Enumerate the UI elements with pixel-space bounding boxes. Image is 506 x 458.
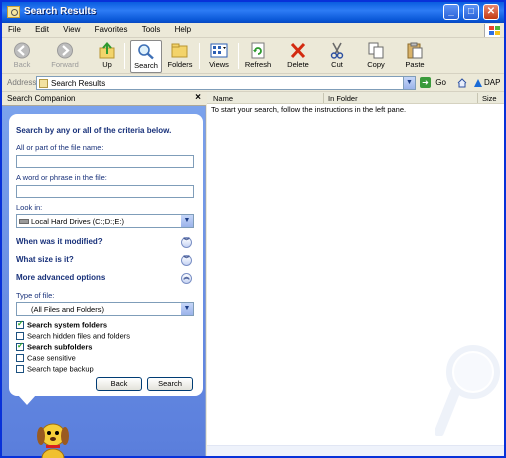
filename-input[interactable]: [16, 155, 194, 168]
go-button[interactable]: ➜ Go: [420, 77, 446, 88]
subfolders-checkbox[interactable]: Search subfolders: [16, 341, 92, 352]
search-results-icon: [39, 79, 48, 88]
menu-favorites[interactable]: Favorites: [89, 23, 134, 34]
results-instructions: To start your search, follow the instruc…: [211, 105, 407, 114]
scissors-icon: [330, 42, 344, 59]
window-title: Search Results: [24, 6, 97, 17]
address-label: Address: [7, 78, 37, 87]
back-search-button[interactable]: Back: [96, 377, 142, 391]
advanced-section-link[interactable]: More advanced options: [16, 273, 105, 282]
system-folders-checkbox[interactable]: Search system folders: [16, 319, 107, 330]
close-pane-icon[interactable]: ×: [195, 92, 201, 103]
lookin-label: Look in:: [16, 203, 43, 212]
menu-bar: File Edit View Favorites Tools Help: [2, 23, 504, 38]
standard-toolbar: Back Forward Up Search Folders Views Ref…: [2, 39, 504, 74]
title-bar[interactable]: Search Results _ □ ✕: [2, 2, 504, 23]
paste-button[interactable]: Paste: [399, 40, 431, 73]
hidden-files-checkbox[interactable]: Search hidden files and folders: [16, 331, 130, 341]
menu-help[interactable]: Help: [169, 23, 197, 34]
search-criteria-panel: Search by any or all of the criteria bel…: [9, 114, 203, 396]
search-companion-pane: Search Companion × Search by any or all …: [2, 92, 206, 458]
phrase-input[interactable]: [16, 185, 194, 198]
forward-arrow-icon: [57, 42, 73, 59]
close-button[interactable]: ✕: [483, 4, 499, 20]
expand-size-icon[interactable]: ︾: [181, 255, 192, 266]
address-dropdown-button[interactable]: ▼: [403, 77, 415, 89]
cut-button[interactable]: Cut: [322, 40, 352, 73]
views-button[interactable]: Views: [203, 40, 235, 73]
magnifier-icon: [138, 44, 154, 60]
home-link-icon[interactable]: [457, 78, 467, 88]
column-name[interactable]: Name: [213, 94, 233, 103]
search-dog-icon[interactable]: [35, 418, 71, 458]
search-companion-header: Search Companion ×: [2, 92, 206, 106]
chevron-down-icon[interactable]: ▼: [181, 303, 193, 315]
delete-button[interactable]: Delete: [282, 40, 314, 73]
search-window-icon: [7, 6, 20, 18]
column-in-folder[interactable]: In Folder: [328, 94, 358, 103]
search-button[interactable]: Search: [130, 40, 162, 73]
run-search-button[interactable]: Search: [147, 377, 193, 391]
refresh-button[interactable]: Refresh: [242, 40, 274, 73]
delete-x-icon: [290, 42, 306, 59]
expand-modified-icon[interactable]: ︾: [181, 237, 192, 248]
speech-bubble-tail: [18, 395, 36, 405]
maximize-button[interactable]: □: [463, 4, 479, 20]
hard-drive-icon: [19, 219, 29, 224]
dap-link-icon[interactable]: [473, 78, 483, 88]
refresh-icon: [251, 42, 265, 59]
lookin-select[interactable]: Local Hard Drives (C:;D:;E:) ▼: [16, 214, 194, 228]
filename-label: All or part of the file name:: [16, 143, 104, 152]
windows-logo-icon: [484, 24, 500, 37]
search-companion-title: Search Companion: [7, 94, 76, 103]
folders-button[interactable]: Folders: [165, 40, 195, 73]
explorer-window: Search Results _ □ ✕ File Edit View Favo…: [0, 0, 506, 458]
menu-view[interactable]: View: [57, 23, 86, 34]
type-label: Type of file:: [16, 291, 55, 300]
magnifier-watermark-icon: [435, 345, 500, 436]
copy-button[interactable]: Copy: [360, 40, 392, 73]
chevron-down-icon[interactable]: ▼: [181, 215, 193, 227]
copy-icon: [368, 42, 384, 59]
size-section-link[interactable]: What size is it?: [16, 255, 74, 264]
results-pane: Name In Folder Size To start your search…: [207, 92, 504, 456]
menu-edit[interactable]: Edit: [29, 23, 55, 34]
up-folder-icon: [99, 42, 115, 59]
file-type-select[interactable]: (All Files and Folders) ▼: [16, 302, 194, 316]
back-arrow-icon: [14, 42, 30, 59]
criteria-heading: Search by any or all of the criteria bel…: [16, 126, 172, 135]
case-sensitive-checkbox[interactable]: Case sensitive: [16, 353, 76, 363]
back-button[interactable]: Back: [5, 40, 39, 73]
menu-file[interactable]: File: [2, 23, 27, 34]
paste-clipboard-icon: [407, 42, 423, 59]
address-field[interactable]: Search Results ▼: [36, 76, 416, 90]
search-companion-body: Search by any or all of the criteria bel…: [2, 106, 205, 458]
dap-link-label[interactable]: DAP: [484, 78, 500, 87]
forward-button[interactable]: Forward: [46, 40, 84, 73]
address-bar: Address Search Results ▼ ➜ Go DAP: [2, 74, 504, 92]
collapse-advanced-icon[interactable]: ︽: [181, 273, 192, 284]
tape-backup-checkbox[interactable]: Search tape backup: [16, 364, 94, 374]
views-grid-icon: [210, 43, 228, 58]
phrase-label: A word or phrase in the file:: [16, 173, 107, 182]
up-button[interactable]: Up: [94, 40, 120, 73]
go-arrow-icon: ➜: [420, 77, 431, 88]
horizontal-scrollbar[interactable]: [207, 445, 504, 456]
modified-section-link[interactable]: When was it modified?: [16, 237, 103, 246]
address-value: Search Results: [51, 79, 106, 88]
column-size[interactable]: Size: [482, 94, 497, 103]
menu-tools[interactable]: Tools: [136, 23, 167, 34]
folders-icon: [171, 43, 188, 58]
minimize-button[interactable]: _: [443, 4, 459, 20]
results-column-header: Name In Folder Size: [207, 92, 504, 104]
